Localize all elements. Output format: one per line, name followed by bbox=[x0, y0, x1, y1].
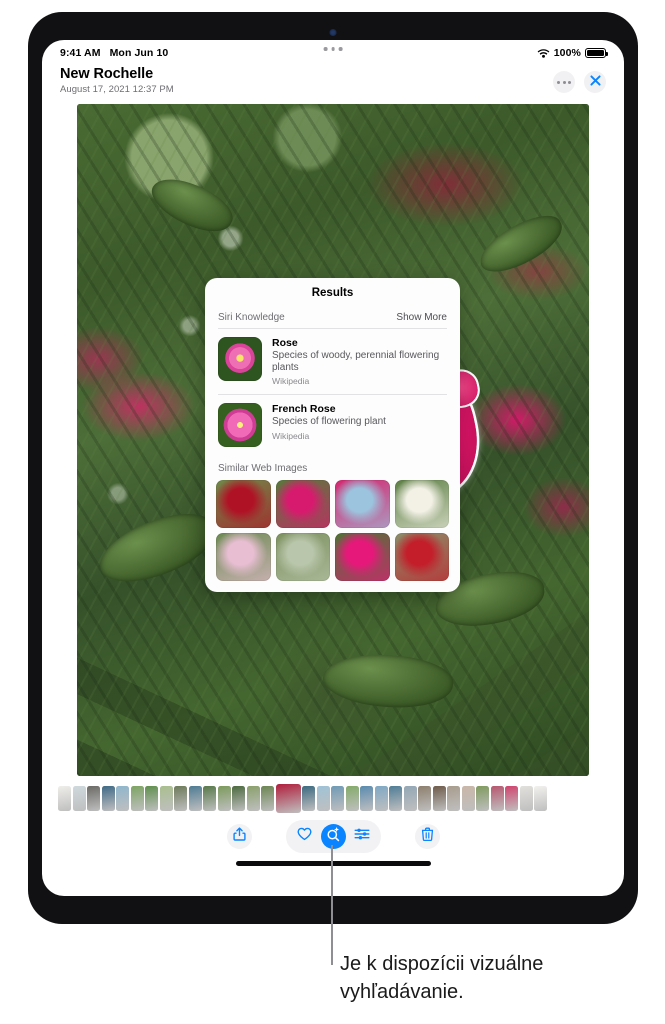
result-description: Species of woody, perennial flowering pl… bbox=[272, 350, 440, 374]
status-bar-left: 9:41 AM Mon Jun 10 bbox=[60, 47, 168, 59]
status-bar-time: 9:41 AM bbox=[60, 47, 101, 59]
rose-with-sky-image[interactable] bbox=[335, 480, 390, 529]
pale-pink-roses-image[interactable] bbox=[216, 533, 271, 582]
similar-web-images-grid bbox=[205, 480, 460, 582]
front-camera-icon bbox=[329, 29, 337, 36]
result-row[interactable]: French Rose Species of flowering plant W… bbox=[205, 395, 460, 455]
filmstrip-thumbnail[interactable] bbox=[130, 786, 144, 811]
visual-lookup-results-panel: Results Siri Knowledge Show More Rose Sp… bbox=[205, 278, 460, 593]
status-bar-right: 100% bbox=[537, 47, 609, 59]
status-bar: 9:41 AM Mon Jun 10 100% bbox=[42, 40, 624, 62]
share-button[interactable] bbox=[226, 824, 252, 849]
photo-toolbar bbox=[42, 818, 624, 857]
callout-caption: Je k dispozícii vizuálne vyhľadávanie. bbox=[340, 953, 544, 1004]
filmstrip-thumbnail[interactable] bbox=[232, 786, 245, 811]
result-text: French Rose Species of flowering plant W… bbox=[272, 403, 386, 440]
filmstrip-thumbnail[interactable] bbox=[145, 786, 158, 811]
adjust-button[interactable] bbox=[350, 824, 375, 849]
photo-header: New Rochelle August 17, 2021 12:37 PM bbox=[42, 62, 624, 101]
photo-viewer[interactable]: Results Siri Knowledge Show More Rose Sp… bbox=[77, 104, 589, 776]
result-description: Species of flowering plant bbox=[272, 416, 386, 428]
filmstrip-thumbnail[interactable] bbox=[432, 786, 446, 811]
results-panel-title: Results bbox=[311, 287, 354, 299]
red-rose-bush-image[interactable] bbox=[216, 480, 271, 529]
filmstrip-thumbnail[interactable] bbox=[490, 786, 504, 811]
favorite-button[interactable] bbox=[292, 824, 317, 849]
photo-timestamp: August 17, 2021 12:37 PM bbox=[60, 84, 174, 95]
edit-tools-pill bbox=[285, 820, 381, 853]
share-icon bbox=[232, 827, 246, 846]
filmstrip-thumbnail[interactable] bbox=[302, 786, 315, 811]
ipad-screen: 9:41 AM Mon Jun 10 100% New Rochelle Aug… bbox=[42, 40, 624, 896]
filmstrip-thumbnail[interactable] bbox=[374, 786, 388, 811]
filmstrip-thumbnail[interactable] bbox=[203, 786, 216, 811]
red-rose-shrub-image[interactable] bbox=[394, 533, 449, 582]
deep-pink-rose-image[interactable] bbox=[335, 533, 390, 582]
heart-icon bbox=[297, 827, 312, 846]
more-options-icon bbox=[557, 80, 571, 84]
filmstrip-thumbnail[interactable] bbox=[360, 786, 373, 811]
battery-percentage: 100% bbox=[553, 47, 581, 59]
multitasking-handle[interactable] bbox=[323, 47, 343, 51]
filmstrip-thumbnail[interactable] bbox=[476, 786, 489, 811]
title-block: New Rochelle August 17, 2021 12:37 PM bbox=[60, 66, 174, 95]
filmstrip-thumbnail[interactable] bbox=[87, 786, 100, 811]
status-bar-date: Mon Jun 10 bbox=[109, 47, 169, 59]
result-name: Rose bbox=[272, 337, 298, 349]
result-name: French Rose bbox=[272, 403, 336, 416]
header-actions bbox=[553, 66, 606, 93]
filmstrip-thumbnail[interactable] bbox=[418, 786, 431, 811]
siri-knowledge-section-header: Siri Knowledge Show More bbox=[205, 312, 460, 328]
close-button[interactable] bbox=[584, 71, 606, 93]
filmstrip-thumbnail[interactable] bbox=[217, 786, 231, 811]
siri-knowledge-label: Siri Knowledge bbox=[218, 312, 285, 323]
magenta-rose-cluster-image[interactable] bbox=[275, 480, 330, 529]
magenta-rose-thumbnail bbox=[218, 403, 262, 448]
filmstrip-thumbnail[interactable] bbox=[188, 786, 202, 811]
rose-garden-rows-image[interactable] bbox=[275, 533, 330, 582]
filmstrip-thumbnail[interactable] bbox=[316, 786, 330, 811]
home-indicator[interactable] bbox=[235, 861, 431, 866]
visual-lookup-button[interactable] bbox=[320, 824, 346, 849]
ipad-device-frame: 9:41 AM Mon Jun 10 100% New Rochelle Aug… bbox=[28, 12, 638, 924]
close-icon bbox=[589, 73, 601, 91]
filmstrip-thumbnail[interactable] bbox=[505, 786, 518, 811]
filmstrip-thumbnail[interactable] bbox=[159, 786, 173, 811]
show-more-button[interactable]: Show More bbox=[396, 312, 447, 323]
result-source: Wikipedia bbox=[272, 376, 310, 387]
filmstrip-thumbnail[interactable] bbox=[58, 786, 71, 811]
filmstrip-thumbnail[interactable] bbox=[461, 786, 475, 811]
adjust-sliders-icon bbox=[354, 827, 370, 846]
photo-filmstrip[interactable] bbox=[42, 776, 624, 818]
filmstrip-thumbnail[interactable] bbox=[345, 786, 359, 811]
filmstrip-thumbnail[interactable] bbox=[101, 786, 115, 811]
visual-lookup-icon bbox=[325, 826, 341, 847]
filmstrip-thumbnail[interactable] bbox=[72, 786, 86, 811]
filmstrip-thumbnail[interactable] bbox=[447, 786, 460, 811]
filmstrip-thumbnail[interactable] bbox=[519, 786, 533, 811]
trash-icon bbox=[421, 827, 434, 846]
pink-rose-thumbnail bbox=[218, 337, 262, 381]
filmstrip-thumbnail[interactable] bbox=[116, 786, 129, 811]
result-row[interactable]: Rose Species of woody, perennial floweri… bbox=[205, 329, 460, 394]
filmstrip-thumbnail-selected[interactable] bbox=[275, 784, 301, 813]
filmstrip-thumbnail[interactable] bbox=[246, 786, 260, 811]
filmstrip-thumbnail[interactable] bbox=[403, 786, 417, 811]
filmstrip-thumbnail[interactable] bbox=[261, 786, 274, 811]
result-source: Wikipedia bbox=[272, 430, 310, 441]
filmstrip-thumbnail[interactable] bbox=[174, 786, 187, 811]
white-roses-image[interactable] bbox=[394, 480, 449, 529]
result-text: Rose Species of woody, perennial floweri… bbox=[272, 337, 447, 386]
battery-icon bbox=[585, 47, 609, 59]
delete-button[interactable] bbox=[414, 824, 440, 849]
more-options-button[interactable] bbox=[553, 71, 575, 93]
filmstrip-thumbnail[interactable] bbox=[331, 786, 344, 811]
callout-leader-line bbox=[331, 845, 333, 965]
wifi-icon bbox=[537, 48, 550, 58]
similar-web-images-label: Similar Web Images bbox=[218, 463, 308, 475]
filmstrip-thumbnail[interactable] bbox=[389, 786, 402, 811]
page-title: New Rochelle bbox=[60, 66, 154, 82]
filmstrip-thumbnail[interactable] bbox=[534, 786, 547, 811]
